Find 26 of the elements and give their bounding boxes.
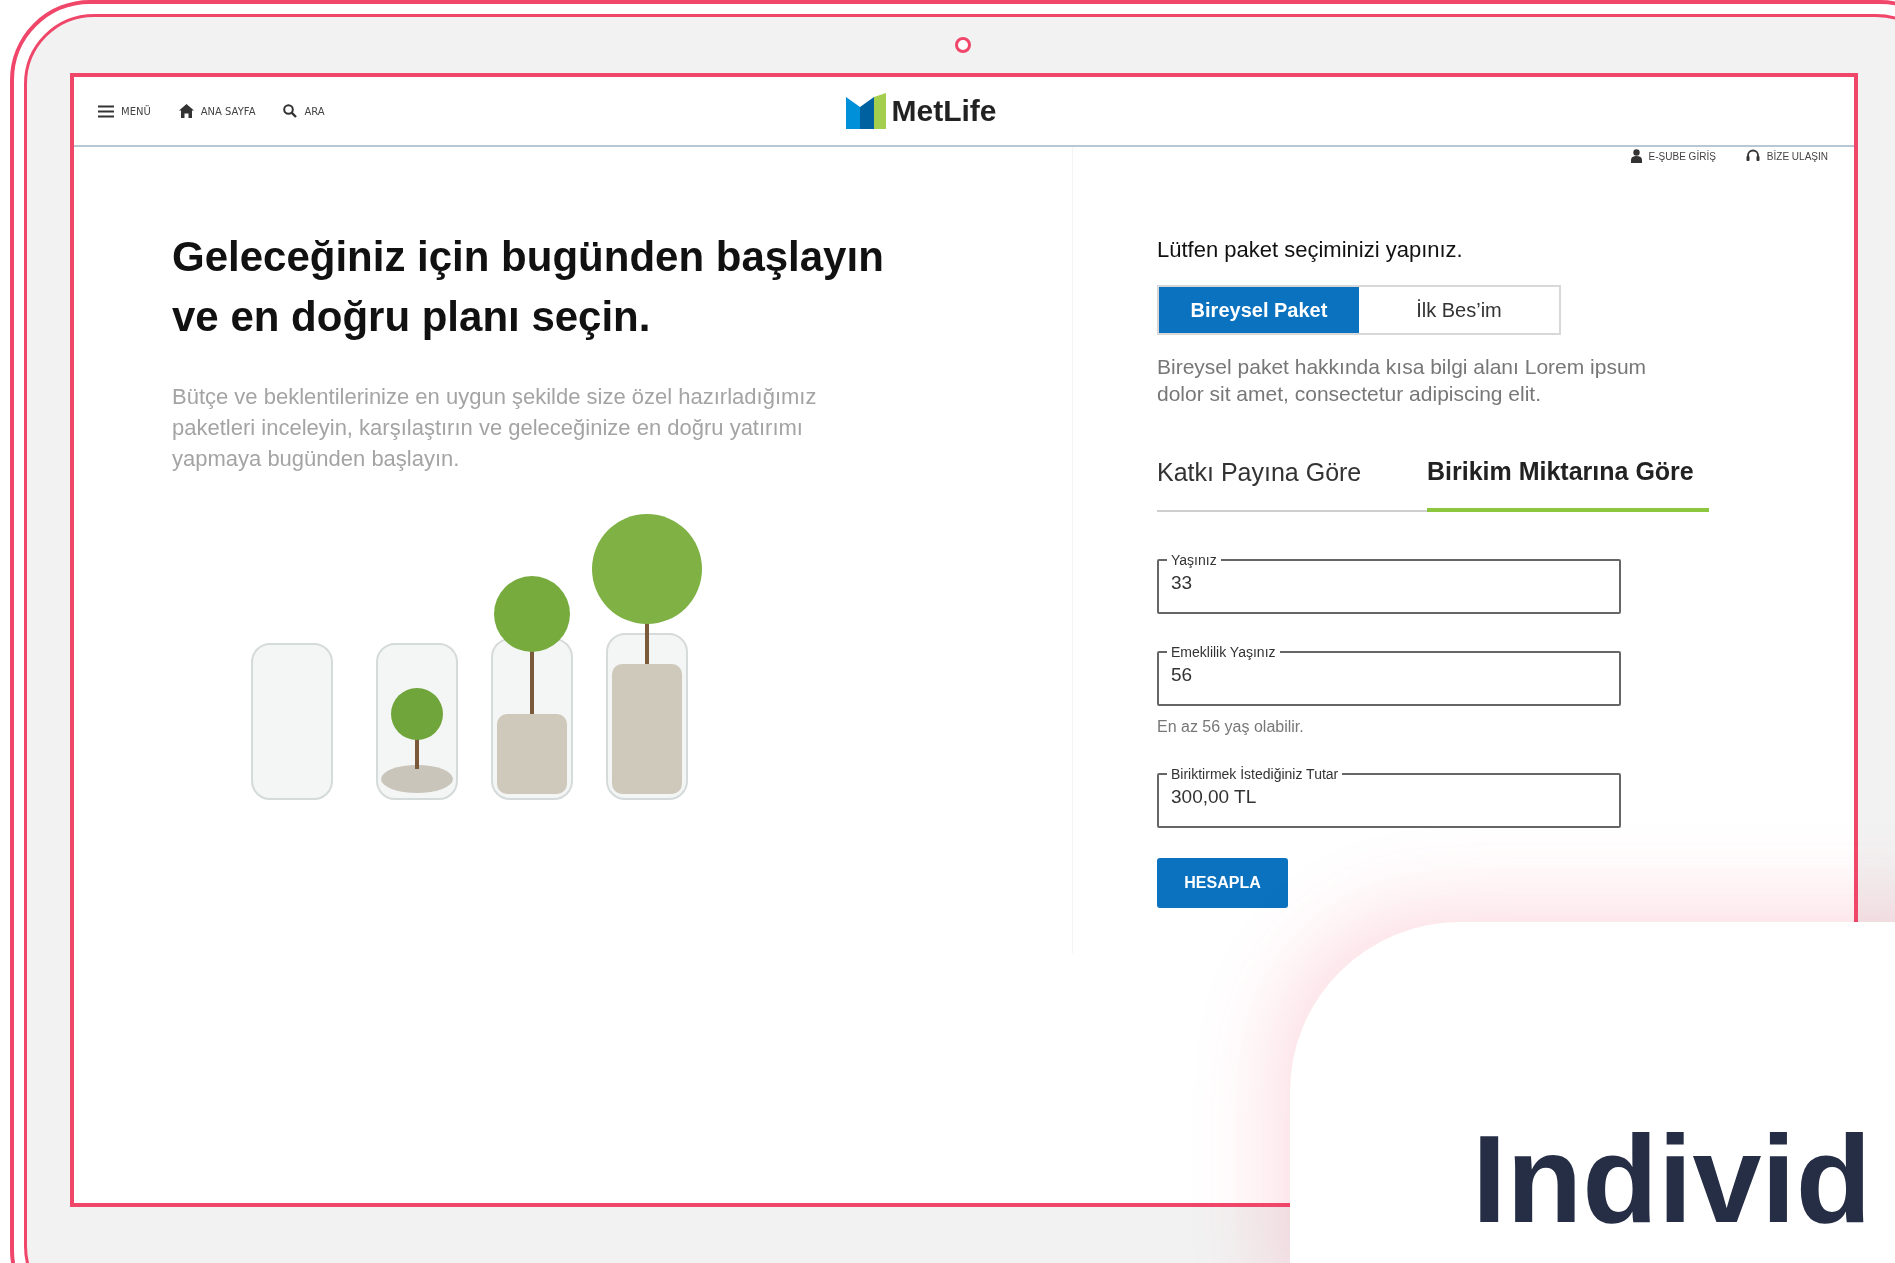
nav-link[interactable]: E-ŞUBE GİRİŞ bbox=[1630, 149, 1716, 163]
search-icon bbox=[283, 104, 298, 118]
package-info: Bireysel paket hakkında kısa bilgi alanı Lorem ipsum dolor sit amet, consectetur adipiscing elit. bbox=[1157, 354, 1648, 407]
home-icon bbox=[178, 104, 194, 118]
hero-description: Bütçe ve beklentilerinize en uygun şekilde size özel hazırladığımız paketleri inceleyin, karşılaştırın ve geleceğinize en doğru yatırımı yapmaya bugünden başlayın. bbox=[172, 383, 818, 473]
logo[interactable]: MetLife bbox=[845, 93, 997, 129]
logo-icon bbox=[845, 93, 886, 129]
input-field[interactable]: Biriktirmek İstediğiniz Tutar 300,00 TL bbox=[1157, 766, 1621, 828]
nav-link[interactable]: ANA SAYFA bbox=[178, 104, 256, 118]
menu-icon bbox=[98, 104, 114, 118]
calculate-button[interactable]: HESAPLA bbox=[1157, 858, 1288, 908]
calculation-tab[interactable]: Katkı Payına Göre bbox=[1157, 457, 1427, 512]
nav-link[interactable]: ARA bbox=[283, 104, 325, 118]
calculation-tab[interactable]: Birikim Miktarına Göre bbox=[1427, 457, 1709, 512]
hero-title: Geleceğiniz için bugünden başlayın ve en doğru planı seçin. bbox=[172, 232, 885, 342]
camera-icon bbox=[955, 37, 971, 53]
card-title: Individ bbox=[1472, 1110, 1872, 1248]
input-field[interactable]: Emeklilik Yaşınız 56 bbox=[1157, 644, 1621, 706]
nav-link[interactable]: MENÜ bbox=[98, 104, 151, 118]
input-field[interactable]: Yaşınız 33 bbox=[1157, 552, 1621, 614]
headset-icon bbox=[1745, 149, 1760, 163]
field-hint: En az 56 yaş olabilir. bbox=[1157, 718, 1305, 736]
form-heading: Lütfen paket seçiminizi yapınız. bbox=[1157, 237, 1464, 263]
user-icon bbox=[1630, 149, 1642, 163]
package-tab[interactable]: Bireysel Paket bbox=[1159, 287, 1359, 333]
nav-link[interactable]: BİZE ULAŞIN bbox=[1745, 149, 1828, 163]
